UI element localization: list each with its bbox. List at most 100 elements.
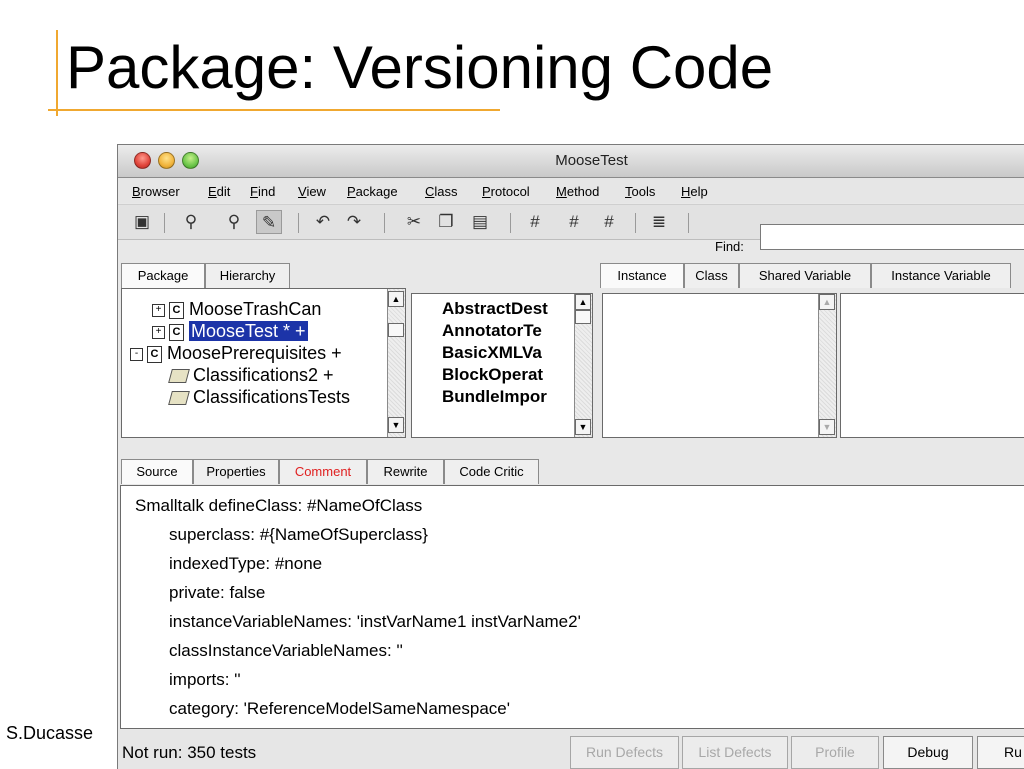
run-defects-button[interactable]: Run Defects	[570, 736, 679, 769]
toolbar-separator	[510, 213, 511, 233]
expand-icon[interactable]: +	[152, 303, 165, 317]
toolbar-separator	[298, 213, 299, 233]
tree-item[interactable]: Classifications2 +	[168, 365, 334, 386]
scroll-down-arrow-icon[interactable]: ▼	[388, 417, 404, 433]
find-references-icon[interactable]: ✎	[256, 210, 282, 234]
package-icon	[168, 391, 190, 406]
tab-class[interactable]: Class	[684, 263, 739, 288]
run-button[interactable]: Ru	[977, 736, 1024, 769]
menu-class[interactable]: Class	[425, 184, 458, 199]
expand-icon[interactable]: +	[152, 325, 165, 339]
class-list-item[interactable]: BundleImpor	[442, 387, 547, 407]
protocol-list-pane[interactable]: ▲ ▼	[602, 293, 837, 438]
copy-icon[interactable]: ❐	[433, 210, 459, 234]
code-line: indexedType: #none	[169, 554, 323, 573]
undo-icon[interactable]: ↶	[310, 210, 336, 234]
tab-hierarchy[interactable]: Hierarchy	[205, 263, 290, 288]
paste-icon[interactable]: ▤	[467, 210, 493, 234]
code-line: category: 'ReferenceModelSameNamespace'	[169, 699, 510, 718]
title-accent-vertical-line	[56, 30, 58, 116]
menu-edit[interactable]: Edit	[208, 184, 230, 199]
package-tree-scrollbar[interactable]: ▲ ▼	[387, 289, 405, 437]
code-line: imports: ''	[169, 670, 241, 689]
source-code-editor[interactable]: Smalltalk defineClass: #NameOfClass supe…	[120, 485, 1024, 729]
method-list-pane[interactable]	[840, 293, 1024, 438]
debug-button[interactable]: Debug	[883, 736, 973, 769]
browser-window: MooseTest Browser Edit Find View Package…	[117, 144, 1024, 769]
toolbar-separator	[688, 213, 689, 233]
scroll-up-arrow-icon[interactable]: ▲	[575, 294, 591, 310]
find-method-icon[interactable]: ⚲	[221, 210, 247, 234]
test-status-bar: Not run: 350 tests Run Defects List Defe…	[118, 730, 1024, 769]
code-line: instanceVariableNames: 'instVarName1 ins…	[169, 612, 581, 631]
tree-item-label: MoosePrerequisites +	[167, 343, 342, 363]
cut-icon[interactable]: ✂	[401, 210, 427, 234]
menu-protocol[interactable]: Protocol	[482, 184, 530, 199]
toolbar-separator	[635, 213, 636, 233]
class-list-item[interactable]: BlockOperat	[442, 365, 543, 385]
slide-author: S.Ducasse	[6, 723, 94, 743]
tab-package[interactable]: Package	[121, 263, 205, 288]
find-label: Find:	[715, 239, 744, 254]
scroll-down-arrow-icon[interactable]: ▼	[819, 419, 835, 435]
code-line: Smalltalk defineClass: #NameOfClass	[135, 496, 423, 515]
menu-find[interactable]: Find	[250, 184, 275, 199]
tree-item[interactable]: - C MoosePrerequisites +	[130, 343, 342, 364]
collapse-icon[interactable]: -	[130, 347, 143, 361]
test-status-text: Not run: 350 tests	[122, 743, 257, 762]
find-implementors-icon[interactable]: #	[561, 210, 587, 234]
browser-icon[interactable]: ▣	[129, 210, 155, 234]
class-list-pane[interactable]: AbstractDest AnnotatorTe BasicXMLVa Bloc…	[411, 293, 593, 438]
slide-title: Package: Versioning Code	[66, 34, 774, 101]
code-line: classInstanceVariableNames: ''	[169, 641, 403, 660]
tree-item-selected[interactable]: + C MooseTest * +	[152, 321, 308, 342]
tab-rewrite[interactable]: Rewrite	[367, 459, 444, 484]
menu-bar: Browser Edit Find View Package Class Pro…	[118, 178, 1024, 203]
code-line: superclass: #{NameOfSuperclass}	[169, 525, 428, 544]
tab-source[interactable]: Source	[121, 459, 193, 484]
menu-method[interactable]: Method	[556, 184, 599, 199]
class-icon: C	[169, 301, 184, 319]
menu-package[interactable]: Package	[347, 184, 398, 199]
toolbar-separator	[384, 213, 385, 233]
scroll-up-arrow-icon[interactable]: ▲	[819, 294, 835, 310]
tree-item[interactable]: + C MooseTrashCan	[152, 299, 321, 320]
tab-shared-variable[interactable]: Shared Variable	[739, 263, 871, 288]
tab-properties[interactable]: Properties	[193, 459, 279, 484]
list-hash-icon[interactable]: ≣	[646, 210, 672, 234]
find-input[interactable]	[760, 224, 1024, 250]
menu-view[interactable]: View	[298, 184, 326, 199]
tree-item-label: MooseTest * +	[189, 321, 308, 341]
menu-browser[interactable]: Browser	[132, 184, 180, 199]
protocol-list-scrollbar[interactable]: ▲ ▼	[818, 294, 836, 437]
tab-instance[interactable]: Instance	[600, 263, 684, 288]
toolbar-separator	[164, 213, 165, 233]
find-class-icon[interactable]: ⚲	[178, 210, 204, 234]
scroll-thumb[interactable]	[388, 323, 404, 337]
title-accent-underline	[48, 109, 500, 111]
tab-code-critic[interactable]: Code Critic	[444, 459, 539, 484]
window-title: MooseTest	[555, 152, 628, 169]
scroll-thumb[interactable]	[575, 310, 591, 324]
package-tree-pane[interactable]: + C MooseTrashCan + C MooseTest * + - C MooseP…	[121, 288, 406, 438]
profile-button[interactable]: Profile	[791, 736, 879, 769]
tree-item-label: MooseTrashCan	[189, 299, 322, 319]
tree-item-label: Classifications2 +	[193, 365, 334, 385]
scroll-up-arrow-icon[interactable]: ▲	[388, 291, 404, 307]
package-icon	[168, 369, 190, 384]
scroll-down-arrow-icon[interactable]: ▼	[575, 419, 591, 435]
find-senders-icon[interactable]: #	[522, 210, 548, 234]
window-titlebar[interactable]: MooseTest	[118, 145, 1024, 178]
list-defects-button[interactable]: List Defects	[682, 736, 788, 769]
tree-item[interactable]: ClassificationsTests	[168, 387, 350, 408]
find-strings-icon[interactable]: #	[596, 210, 622, 234]
tab-instance-variable[interactable]: Instance Variable	[871, 263, 1011, 288]
tab-comment[interactable]: Comment	[279, 459, 367, 484]
menu-tools[interactable]: Tools	[625, 184, 655, 199]
class-list-item[interactable]: AnnotatorTe	[442, 321, 542, 341]
class-list-scrollbar[interactable]: ▲ ▼	[574, 294, 592, 437]
menu-help[interactable]: Help	[681, 184, 708, 199]
redo-icon[interactable]: ↷	[341, 210, 367, 234]
class-list-item[interactable]: AbstractDest	[442, 299, 548, 319]
class-list-item[interactable]: BasicXMLVa	[442, 343, 542, 363]
